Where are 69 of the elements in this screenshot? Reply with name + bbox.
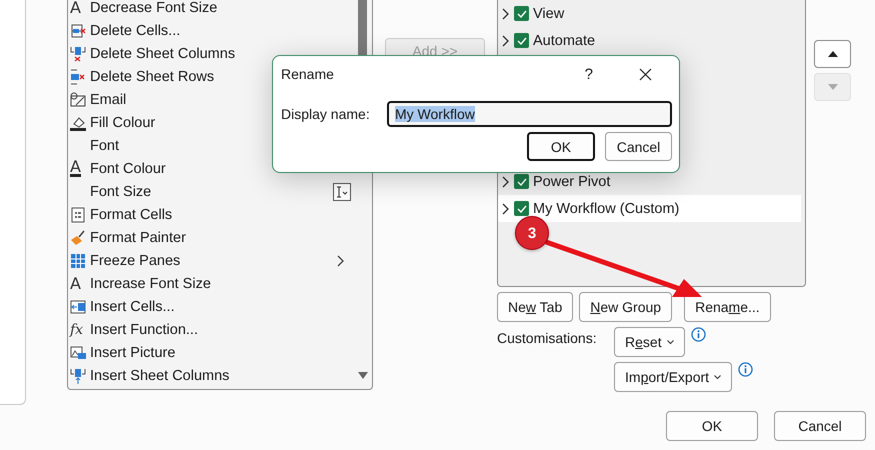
command-item[interactable]: Insert Picture [68, 341, 355, 364]
expand-chevron-icon[interactable] [502, 176, 510, 188]
dropdown-button[interactable]: Import/Export [614, 362, 732, 392]
paintbrush-icon [70, 230, 86, 246]
checkbox[interactable] [514, 33, 529, 48]
command-item[interactable]: Format Painter [68, 226, 355, 249]
increase-font-icon: A [70, 276, 81, 292]
freeze-panes-icon [70, 252, 86, 268]
display-name-field[interactable]: My Workflow [387, 101, 672, 127]
checkbox[interactable] [514, 6, 529, 21]
command-item[interactable]: Format Cells [68, 203, 355, 226]
tab-action-button[interactable]: Rename... [684, 292, 771, 322]
format-cells-icon [70, 206, 86, 222]
dropdown-button[interactable]: Reset [614, 327, 685, 357]
command-item[interactable]: A Font Colour [68, 157, 355, 180]
chevron-right-icon [337, 254, 345, 266]
dialog-button[interactable]: OK [666, 411, 758, 441]
decrease-font-icon: A [70, 0, 81, 16]
ribbon-tab-item[interactable]: My Workflow (Custom) [498, 195, 801, 222]
insert-columns-icon [70, 368, 86, 384]
command-item[interactable]: Delete Cells... [68, 19, 355, 42]
delete-columns-icon [70, 46, 86, 62]
scrollbar-thumb[interactable] [358, 0, 367, 57]
field-label: Display name: [281, 106, 371, 122]
ribbon-tab-item[interactable]: Automate [498, 27, 801, 54]
info-icon[interactable] [690, 327, 706, 342]
delete-rows-icon [70, 68, 86, 84]
insert-picture-icon [70, 344, 86, 360]
command-item[interactable]: Font Size [68, 180, 355, 203]
caret-icon [714, 374, 722, 380]
ribbon-tab-item[interactable]: Power Pivot [498, 168, 801, 195]
dialog-button[interactable]: Cancel [774, 411, 866, 441]
checkmark-icon [516, 204, 526, 212]
ribbon-tab-item[interactable]: View [498, 0, 801, 27]
tab-action-button[interactable]: New Tab [497, 292, 574, 322]
triangle-down-icon [828, 84, 838, 90]
checkbox[interactable] [514, 174, 529, 189]
function-icon: fx [70, 322, 84, 338]
dialog-title: Rename [281, 66, 335, 82]
font-size-box-icon [333, 182, 351, 200]
fill-bucket-icon [70, 114, 86, 130]
insert-cells-icon [70, 298, 86, 314]
checkmark-icon [516, 10, 526, 18]
command-item[interactable]: Insert Sheet Columns [68, 364, 355, 387]
customisations-label: Customisations: [497, 329, 598, 348]
command-item[interactable]: A Decrease Font Size [68, 0, 355, 19]
expand-chevron-icon[interactable] [502, 202, 510, 214]
command-item[interactable]: Freeze Panes [68, 249, 355, 272]
checkbox[interactable] [514, 201, 529, 216]
close-icon [639, 68, 652, 80]
email-icon [70, 92, 86, 108]
caret-icon [666, 340, 674, 344]
expand-chevron-icon[interactable] [502, 8, 510, 20]
info-icon[interactable] [738, 362, 754, 377]
expand-chevron-icon[interactable] [502, 34, 510, 46]
triangle-up-icon [828, 51, 838, 57]
dialog-button[interactable]: OK [527, 132, 595, 161]
scroll-down-icon[interactable] [358, 372, 368, 380]
command-item[interactable]: fx Insert Function... [68, 318, 355, 341]
checkmark-icon [516, 178, 526, 186]
tab-action-button[interactable]: New Group [579, 292, 672, 322]
dialog-button[interactable]: Cancel [605, 132, 672, 161]
checkmark-icon [516, 36, 526, 44]
command-item[interactable]: Insert Cells... [68, 295, 355, 318]
move-up-button[interactable] [814, 40, 851, 68]
help-button[interactable]: ? [576, 66, 601, 82]
command-item[interactable]: A Increase Font Size [68, 272, 355, 295]
command-item[interactable]: Delete Sheet Columns [68, 42, 355, 65]
delete-cells-icon [70, 22, 86, 38]
